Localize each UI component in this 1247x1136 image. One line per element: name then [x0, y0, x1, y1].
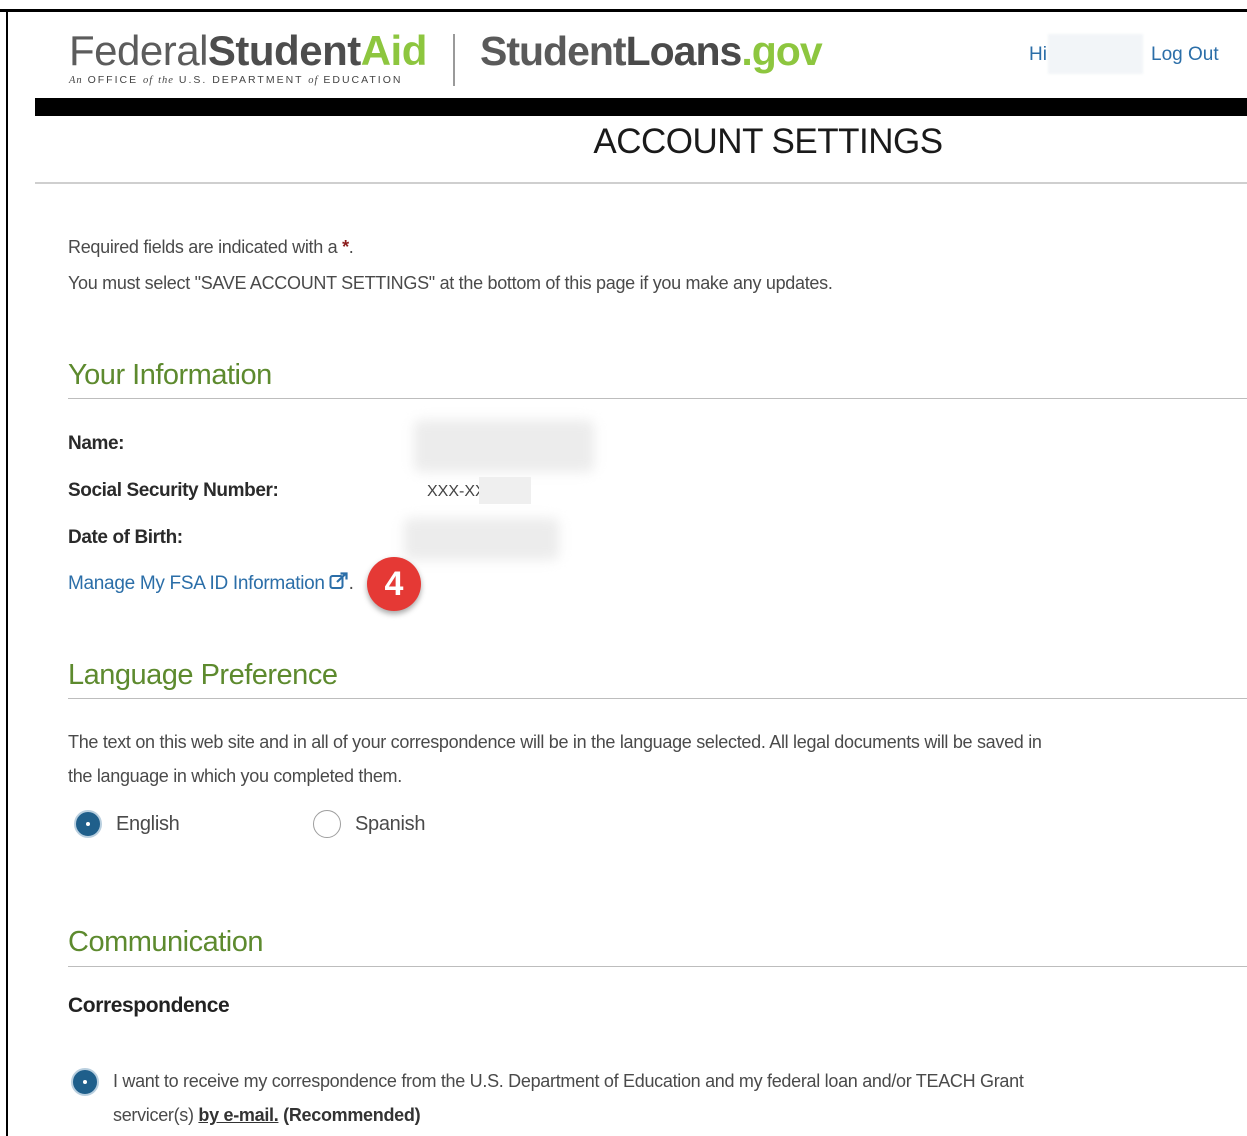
fsa-logo-tagline: An OFFICE of the U.S. DEPARTMENT of EDUC…: [69, 74, 427, 86]
servicer-text: servicer(s): [113, 1105, 194, 1125]
fsa-logo-aid: Aid: [360, 27, 428, 74]
tagline-of-2: of: [308, 75, 319, 86]
tagline-of: of: [143, 75, 154, 86]
page-title: ACCOUNT SETTINGS: [593, 122, 943, 161]
required-fields-period: .: [348, 237, 354, 257]
email-correspondence-label-line-2[interactable]: servicer(s) by e-mail. (Recommended): [113, 1105, 421, 1126]
communication-heading: Communication: [68, 926, 263, 958]
required-fields-note: Required fields are indicated with a *.: [68, 237, 354, 258]
email-correspondence-label-line-1[interactable]: I want to receive my correspondence from…: [113, 1071, 1024, 1092]
fsa-logo-student: Student: [207, 27, 361, 74]
window-frame-left: [6, 9, 8, 1136]
tagline-an: An: [69, 75, 83, 86]
recommended-label: (Recommended): [283, 1105, 421, 1125]
ssn-label: Social Security Number:: [68, 480, 279, 501]
fsa-logo-wordmark: FederalStudentAid: [69, 30, 427, 72]
tagline-education: EDUCATION: [323, 74, 403, 86]
required-fields-text: Required fields are indicated with a: [68, 237, 338, 257]
save-instructions: You must select "SAVE ACCOUNT SETTINGS" …: [68, 273, 833, 293]
redacted-ssn-digits: [479, 477, 531, 504]
tagline-the: the: [158, 75, 174, 86]
step-number-badge: 4: [367, 557, 421, 611]
spanish-radio-label[interactable]: Spanish: [355, 813, 425, 836]
sl-logo-loans: Loans: [625, 28, 743, 74]
manage-fsa-id-link-period: .: [348, 573, 354, 595]
english-radio[interactable]: [74, 810, 102, 838]
your-information-divider: [68, 398, 1247, 399]
required-star: *: [342, 237, 349, 257]
redacted-name-value: [414, 420, 594, 472]
greeting-text: Hi: [1029, 44, 1047, 65]
site-header: FederalStudentAid An OFFICE of the U.S. …: [8, 12, 1247, 98]
federal-student-aid-logo[interactable]: FederalStudentAid An OFFICE of the U.S. …: [69, 30, 427, 87]
tagline-department: U.S. DEPARTMENT: [178, 74, 304, 86]
studentloans-gov-logo[interactable]: StudentLoans.gov: [480, 28, 823, 74]
sl-logo-student: Student: [480, 28, 627, 74]
header-nav-bar: [35, 98, 1247, 116]
language-description-line-1: The text on this web site and in all of …: [68, 732, 1042, 752]
email-correspondence-radio[interactable]: [71, 1068, 99, 1096]
dob-label: Date of Birth:: [68, 527, 183, 548]
manage-fsa-id-link[interactable]: Manage My FSA ID Information.: [68, 572, 354, 596]
sl-logo-gov: .gov: [741, 28, 822, 74]
tagline-office: OFFICE: [87, 74, 139, 86]
your-information-heading: Your Information: [68, 359, 272, 391]
english-radio-label[interactable]: English: [116, 813, 180, 836]
logout-link[interactable]: Log Out: [1151, 44, 1219, 66]
redacted-username: [1048, 34, 1143, 74]
language-description-line-2: the language in which you completed them…: [68, 766, 402, 786]
manage-fsa-id-link-text[interactable]: Manage My FSA ID Information: [68, 573, 325, 594]
external-link-icon: [329, 572, 349, 596]
fsa-logo-federal: Federal: [69, 27, 208, 74]
spanish-radio[interactable]: [313, 810, 341, 838]
language-preference-heading: Language Preference: [68, 659, 338, 691]
language-preference-divider: [68, 698, 1247, 699]
communication-divider: [68, 966, 1247, 967]
by-email-link[interactable]: by e-mail.: [198, 1105, 278, 1125]
logo-divider: [453, 34, 455, 86]
redacted-dob-value: [404, 518, 559, 560]
correspondence-subheading: Correspondence: [68, 994, 230, 1017]
title-divider: [35, 182, 1247, 184]
name-label: Name:: [68, 433, 125, 454]
